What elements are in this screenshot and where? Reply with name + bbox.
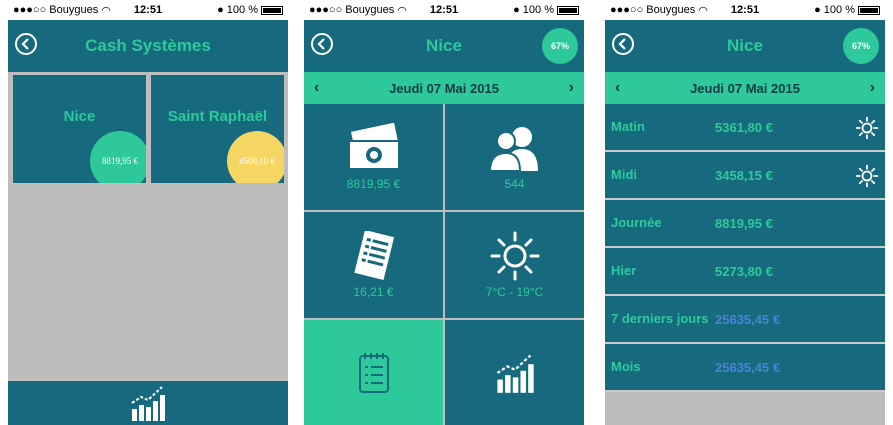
carrier-label: ●●●○○ Bouygues [610,4,696,16]
list-item[interactable]: Journée 8819,95 € [605,200,885,248]
alarm-icon: ● [513,4,520,16]
wifi-icon: ◠ [397,4,407,17]
list-item[interactable]: Mois 25635,45 € [605,344,885,392]
people-icon [488,127,538,172]
carrier-label: ●●●○○ Bouygues [13,4,99,16]
header: Nice 67% [304,20,584,72]
tile-value: 16,21 € [353,285,394,299]
list-icon [358,353,389,393]
header: Cash Systèmes [8,20,288,72]
period-label: Hier [611,263,637,278]
page-title: Cash Systèmes [85,36,211,55]
tile-sales[interactable]: 8819,95 € [304,104,443,210]
prev-day-button[interactable]: ‹ [314,79,319,97]
period-label: Mois [611,359,641,374]
back-button[interactable] [311,33,333,55]
wifi-icon: ◠ [101,4,111,17]
progress-badge: 67% [542,28,578,64]
tile-weather[interactable]: 7°C - 19°C [445,212,584,318]
tile-customers[interactable]: 544 [445,104,584,210]
progress-badge: 67% [843,28,879,64]
page-title: Nice [426,36,462,55]
alarm-icon: ● [217,4,224,16]
page-title: Nice [727,36,763,55]
period-amount: 8819,95 € [715,215,773,231]
store-card-saint-raphael[interactable]: Saint Raphaël 4500,10 € [151,75,284,183]
receipt-icon [353,231,394,281]
status-bar: ●●●○○ Bouygues ◠ 12:51 ● 100 % [8,0,288,20]
clock: 12:51 [429,4,459,16]
status-bar: ●●●○○ Bouygues ◠ 12:51 ● 100 % [304,0,584,20]
battery-icon [858,5,880,15]
battery-icon [261,5,283,15]
period-amount: 25635,45 € [715,359,781,375]
period-amount: 5273,80 € [715,263,773,279]
sun-icon [490,231,539,281]
period-amount: 3458,15 € [715,167,773,183]
period-label: Matin [611,119,645,134]
battery-percent: 100 % [226,4,258,16]
period-label: Journée [611,215,662,230]
store-name: Nice [63,108,96,125]
screen-cash-systemes: ●●●○○ Bouygues ◠ 12:51 ● 100 % Cash Syst… [8,0,288,425]
tile-value: 7°C - 19°C [485,285,544,299]
back-arrow-icon [618,38,626,50]
period-label: 7 derniers jours [611,311,709,326]
store-card-nice[interactable]: Nice 8819,95 € [13,75,146,183]
list-item[interactable]: Hier 5273,80 € [605,248,885,296]
tile-value: 544 [504,177,525,191]
list-item[interactable]: Midi 3458,15 € [605,152,885,200]
store-name: Saint Raphaël [167,108,268,125]
tile-value: 8819,95 € [346,177,401,191]
back-arrow-icon [317,38,325,50]
sun-icon [855,116,879,140]
period-amount: 25635,45 € [715,311,781,327]
clock: 12:51 [133,4,163,16]
battery-percent: 100 % [823,4,855,16]
back-button[interactable] [15,33,37,55]
date-selector: ‹ Jeudi 07 Mai 2015 › [304,72,584,104]
list-item[interactable]: 7 derniers jours 25635,45 € [605,296,885,344]
sun-icon [855,164,879,188]
store-amount-badge: 8819,95 € [90,131,146,183]
screen-store-details: ●●●○○ Bouygues ◠ 12:51 ● 100 % Nice 67% … [605,0,885,425]
back-arrow-icon [21,38,29,50]
sales-summary-list: Matin 5361,80 € Midi 3458,15 € Journée 8… [605,104,885,392]
date-label: Jeudi 07 Mai 2015 [389,80,499,96]
status-bar: ●●●○○ Bouygues ◠ 12:51 ● 100 % [605,0,885,20]
store-amount-badge: 4500,10 € [227,131,284,183]
prev-day-button[interactable]: ‹ [615,79,620,97]
date-label: Jeudi 07 Mai 2015 [690,80,800,96]
back-button[interactable] [612,33,634,55]
chart-icon [131,386,165,421]
carrier-label: ●●●○○ Bouygues [309,4,395,16]
battery-percent: 100 % [522,4,554,16]
screen-store-dashboard: ●●●○○ Bouygues ◠ 12:51 ● 100 % Nice 67% … [304,0,584,425]
cash-icon [347,123,400,170]
battery-icon [557,5,579,15]
alarm-icon: ● [814,4,821,16]
tile-average-basket[interactable]: 16,21 € [304,212,443,318]
tab-list[interactable] [304,320,443,425]
period-label: Midi [611,167,637,182]
clock: 12:51 [730,4,760,16]
next-day-button[interactable]: › [870,79,875,97]
list-item[interactable]: Matin 5361,80 € [605,104,885,152]
next-day-button[interactable]: › [569,79,574,97]
header: Nice 67% [605,20,885,72]
chart-icon [496,354,534,393]
tab-chart[interactable] [445,320,584,425]
chart-tab-button[interactable] [8,381,288,425]
date-selector: ‹ Jeudi 07 Mai 2015 › [605,72,885,104]
period-amount: 5361,80 € [715,119,773,135]
wifi-icon: ◠ [698,4,708,17]
